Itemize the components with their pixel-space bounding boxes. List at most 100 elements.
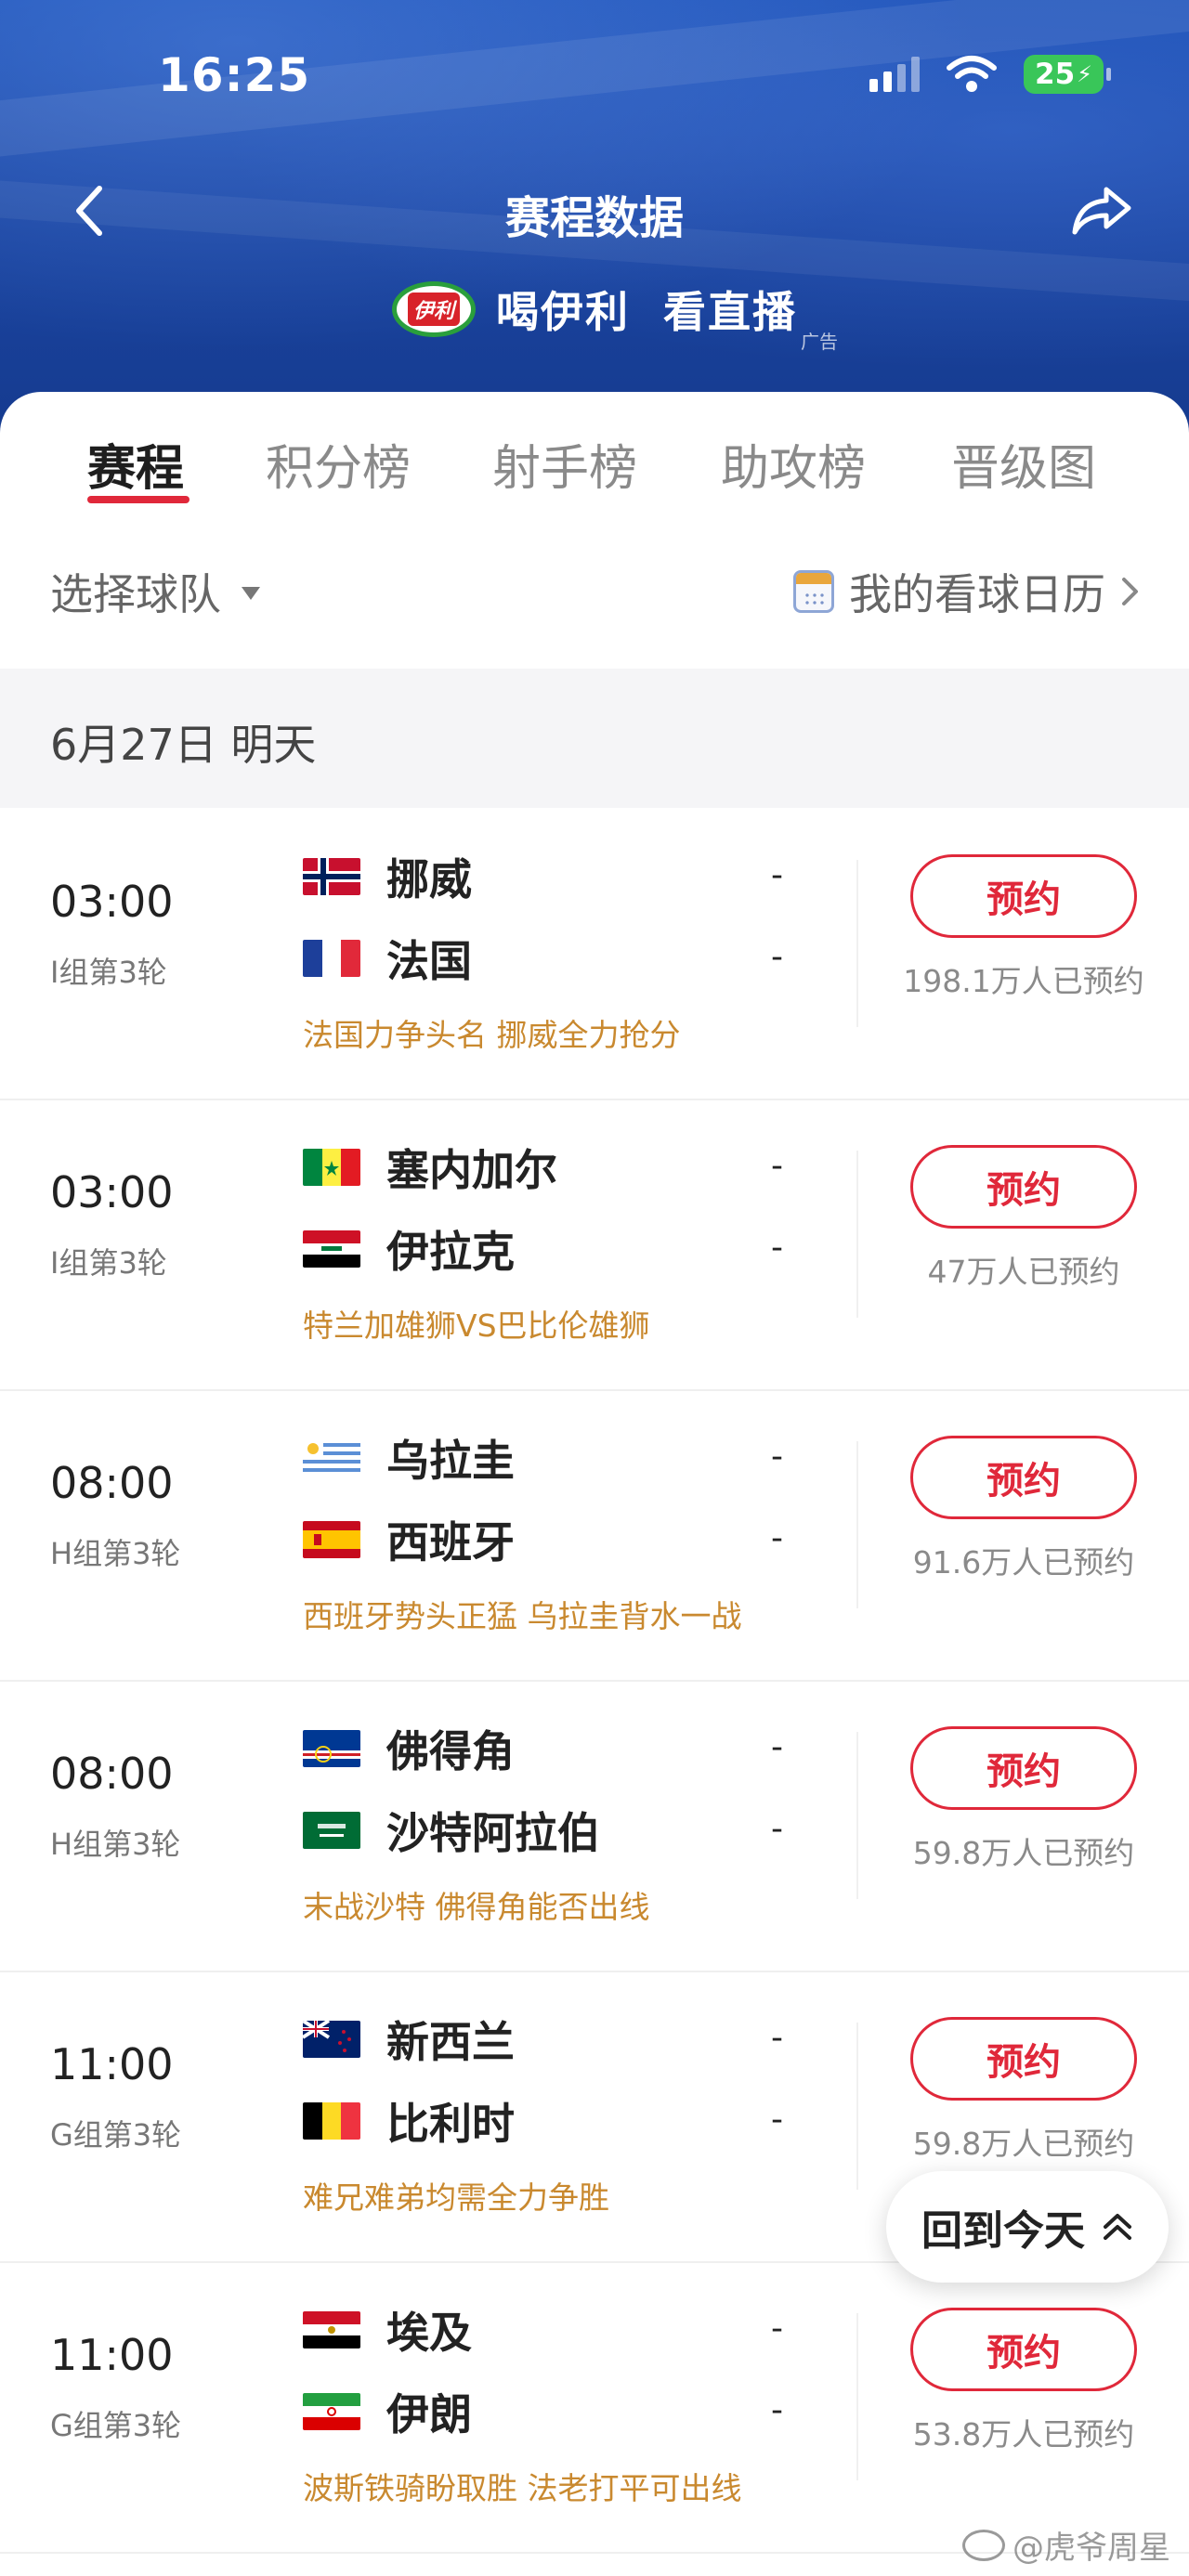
match-note: 特兰加雄狮VS巴比伦雄狮	[303, 1308, 650, 1344]
team-name: 沙特阿拉伯	[386, 1808, 600, 1858]
yili-logo: 伊利	[392, 281, 476, 337]
match-group: I组第3轮	[50, 955, 167, 990]
tab-bracket[interactable]: 晋级图	[951, 429, 1096, 499]
away-team: 伊拉克	[303, 1221, 515, 1277]
cape-verde-flag-icon	[303, 1730, 360, 1767]
home-team: 乌拉圭	[303, 1430, 515, 1486]
tab-assists[interactable]: 助攻榜	[721, 429, 866, 499]
spain-flag-icon	[303, 1521, 360, 1558]
home-score: -	[771, 2019, 783, 2057]
home-score: -	[771, 2309, 783, 2348]
match-row[interactable]: 03:00 I组第3轮 挪威 法国 - - 法国力争头名 挪威全力抢分 预约 1…	[0, 810, 1189, 1100]
battery-level: 25	[1035, 58, 1076, 91]
wifi-icon	[947, 56, 997, 92]
reserve-button[interactable]: 预约	[910, 854, 1137, 938]
reserve-button[interactable]: 预约	[910, 2308, 1137, 2391]
home-team: 挪威	[303, 849, 472, 904]
watermark: @虎爷周星	[962, 2522, 1170, 2568]
match-row[interactable]: 08:00 H组第3轮 佛得角 沙特阿拉伯 - - 末战沙特 佛得角能否出线 预…	[0, 1682, 1189, 1972]
iran-flag-icon	[303, 2393, 360, 2430]
reserve-button[interactable]: 预约	[910, 1145, 1137, 1229]
reserve-button[interactable]: 预约	[910, 1436, 1137, 1519]
team-name: 佛得角	[386, 1726, 515, 1776]
tab-standings[interactable]: 积分榜	[266, 429, 411, 499]
home-team: 佛得角	[303, 1721, 515, 1776]
divider	[856, 1732, 858, 1899]
ad-text-2: 看直播	[663, 287, 797, 337]
team-select-label: 选择球队	[50, 569, 221, 619]
home-team: 新西兰	[303, 2011, 515, 2067]
share-icon	[1072, 187, 1131, 235]
match-group: H组第3轮	[50, 1827, 181, 1862]
away-score: -	[771, 938, 783, 976]
match-row[interactable]: 11:00 G组第3轮 埃及 伊朗 - - 波斯铁骑盼取胜 法老打平可出线 预约…	[0, 2263, 1189, 2554]
match-note: 西班牙势头正猛 乌拉圭背水一战	[303, 1598, 742, 1634]
match-row[interactable]: 03:00 I组第3轮 塞内加尔 伊拉克 - - 特兰加雄狮VS巴比伦雄狮 预约…	[0, 1100, 1189, 1391]
match-group: H组第3轮	[50, 1536, 181, 1571]
match-group: G组第3轮	[50, 2408, 182, 2443]
active-tab-indicator	[87, 496, 189, 503]
divider	[856, 1441, 858, 1608]
home-score: -	[771, 1438, 783, 1476]
reservation-count: 59.8万人已预约	[912, 2126, 1135, 2162]
egypt-flag-icon	[303, 2311, 360, 2348]
ad-tag: 广告	[801, 331, 838, 353]
away-score: -	[771, 1519, 783, 1557]
match-note: 法国力争头名 挪威全力抢分	[303, 1017, 681, 1053]
match-time: 08:00	[50, 1458, 174, 1508]
match-note: 波斯铁骑盼取胜 法老打平可出线	[303, 2470, 742, 2506]
ad-text-1: 喝伊利	[496, 287, 630, 337]
cellular-signal-icon	[869, 57, 920, 92]
home-score: -	[771, 856, 783, 894]
my-calendar-link[interactable]: 我的看球日历	[793, 561, 1141, 622]
divider	[856, 2313, 858, 2480]
match-time: 08:00	[50, 1749, 174, 1799]
reserve-button[interactable]: 预约	[910, 2017, 1137, 2101]
reserve-button[interactable]: 预约	[910, 1726, 1137, 1810]
match-group: I组第3轮	[50, 1245, 167, 1281]
sponsor-ad[interactable]: 伊利 喝伊利 看直播 广告	[0, 279, 1189, 353]
team-name: 塞内加尔	[386, 1145, 557, 1195]
team-name: 西班牙	[386, 1517, 515, 1568]
share-button[interactable]	[1065, 176, 1139, 243]
away-score: -	[771, 2101, 783, 2139]
away-score: -	[771, 1810, 783, 1848]
match-time: 11:00	[50, 2330, 174, 2380]
team-name: 比利时	[386, 2099, 515, 2149]
tab-top-scorers[interactable]: 射手榜	[492, 429, 637, 499]
match-note: 难兄难弟均需全力争胜	[303, 2179, 609, 2216]
divider	[856, 2023, 858, 2190]
divider	[856, 860, 858, 1027]
filter-bar: 选择球队 我的看球日历	[0, 550, 1189, 652]
france-flag-icon	[303, 940, 360, 977]
away-team: 沙特阿拉伯	[303, 1802, 600, 1858]
team-select-dropdown[interactable]: 选择球队	[50, 561, 260, 622]
tab-schedule[interactable]: 赛程	[87, 429, 184, 499]
watermark-text: @虎爷周星	[1013, 2530, 1170, 2567]
date-header-label: 6月27日 明天	[50, 720, 317, 770]
reservation-count: 59.8万人已预约	[912, 1835, 1135, 1871]
match-time: 03:00	[50, 877, 174, 927]
reservation-count: 53.8万人已预约	[912, 2416, 1135, 2452]
senegal-flag-icon	[303, 1149, 360, 1186]
away-team: 西班牙	[303, 1512, 515, 1568]
away-score: -	[771, 1229, 783, 1267]
home-score: -	[771, 1147, 783, 1185]
back-to-today-button[interactable]: 回到今天	[886, 2171, 1169, 2283]
reservation-count: 47万人已预约	[927, 1254, 1120, 1290]
divider	[856, 1151, 858, 1318]
team-name: 伊拉克	[386, 1227, 515, 1277]
match-row[interactable]: 08:00 H组第3轮 乌拉圭 西班牙 - - 西班牙势头正猛 乌拉圭背水一战 …	[0, 1391, 1189, 1682]
caret-down-icon	[242, 587, 260, 600]
double-chevron-up-icon	[1104, 2214, 1131, 2240]
header-banner: 16:25 25 ⚡ 赛程数据 伊利 喝伊利 看直播 广告	[0, 0, 1189, 436]
back-to-today-label: 回到今天	[921, 2207, 1085, 2255]
new-zealand-flag-icon	[303, 2021, 360, 2058]
battery-charging-icon: 25 ⚡	[1024, 55, 1111, 94]
iraq-flag-icon	[303, 1230, 360, 1268]
match-group: G组第3轮	[50, 2117, 182, 2153]
home-team: 埃及	[303, 2302, 472, 2358]
team-name: 伊朗	[386, 2389, 472, 2439]
home-team: 塞内加尔	[303, 1139, 557, 1195]
chevron-right-icon	[1122, 578, 1138, 605]
